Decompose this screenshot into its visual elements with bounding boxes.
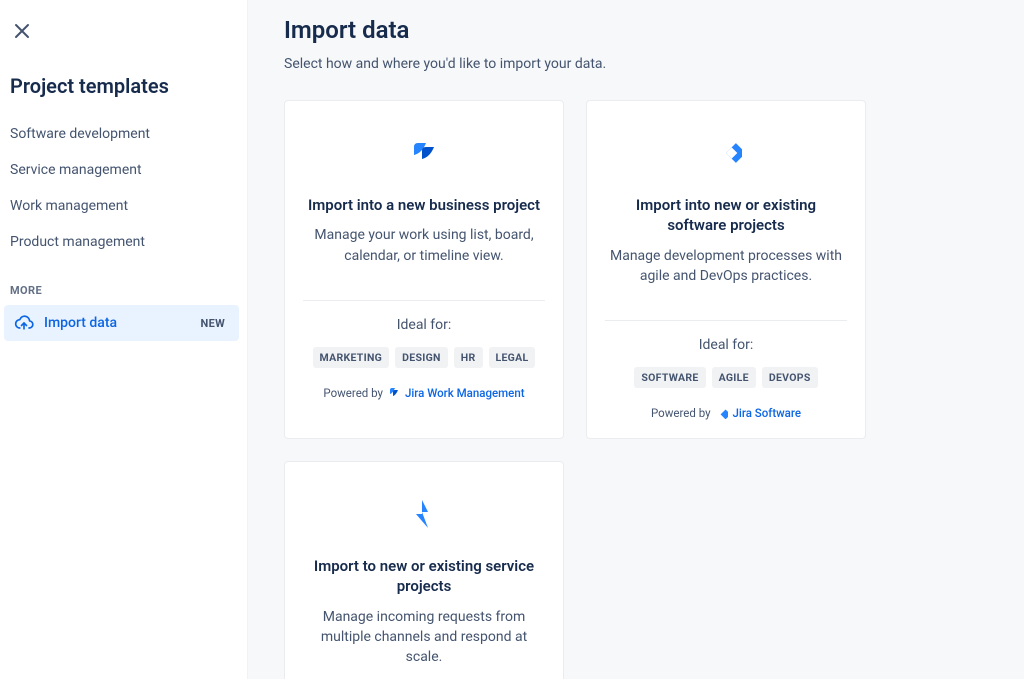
sidebar-item-label: Service management xyxy=(10,162,142,178)
powered-by-prefix: Powered by xyxy=(651,406,711,420)
powered-by: Powered by Jira Software xyxy=(605,406,847,420)
tag: LEGAL xyxy=(489,347,536,368)
jira-software-icon xyxy=(710,137,742,169)
sidebar-item-label: Software development xyxy=(10,126,150,142)
main-content: Import data Select how and where you'd l… xyxy=(248,0,1024,679)
sidebar-item-label: Import data xyxy=(44,315,201,331)
sidebar-item-service-management[interactable]: Service management xyxy=(0,152,247,188)
card-description: Manage incoming requests from multiple c… xyxy=(303,607,545,668)
sidebar-item-label: Product management xyxy=(10,234,145,250)
sidebar-item-product-management[interactable]: Product management xyxy=(0,224,247,260)
ideal-for-label: Ideal for: xyxy=(605,337,847,353)
tag: HR xyxy=(454,347,483,368)
powered-by-prefix: Powered by xyxy=(323,386,383,400)
jira-service-management-icon xyxy=(408,498,440,530)
card-description: Manage your work using list, board, cale… xyxy=(303,225,545,266)
tag-list: MARKETING DESIGN HR LEGAL xyxy=(303,347,545,368)
card-grid: Import into a new business project Manag… xyxy=(284,100,988,679)
page-subtitle: Select how and where you'd like to impor… xyxy=(284,56,988,72)
sidebar-item-label: Work management xyxy=(10,198,128,214)
tag: SOFTWARE xyxy=(634,367,705,388)
card-description: Manage development processes with agile … xyxy=(605,246,847,287)
jira-work-management-icon xyxy=(388,387,400,399)
tag: MARKETING xyxy=(313,347,390,368)
jira-software-icon xyxy=(716,407,728,419)
card-business-project[interactable]: Import into a new business project Manag… xyxy=(284,100,564,439)
sidebar-item-software-development[interactable]: Software development xyxy=(0,116,247,152)
close-button[interactable] xyxy=(10,20,34,44)
card-software-projects[interactable]: Import into new or existing software pro… xyxy=(586,100,866,439)
tag: DEVOPS xyxy=(762,367,818,388)
sidebar-nav: Software development Service management … xyxy=(0,116,247,260)
sidebar-section-more: MORE xyxy=(10,284,247,297)
sidebar-item-import-data[interactable]: Import data NEW xyxy=(4,305,239,341)
product-name: Jira Work Management xyxy=(405,386,525,400)
product-name: Jira Software xyxy=(733,406,801,420)
new-badge: NEW xyxy=(201,317,225,330)
sidebar-title: Project templates xyxy=(10,74,247,98)
card-service-projects[interactable]: Import to new or existing service projec… xyxy=(284,461,564,679)
jira-work-management-icon xyxy=(408,137,440,169)
sidebar: Project templates Software development S… xyxy=(0,0,248,679)
tag-list: SOFTWARE AGILE DEVOPS xyxy=(605,367,847,388)
ideal-for-label: Ideal for: xyxy=(303,317,545,333)
cloud-upload-icon xyxy=(14,313,34,333)
powered-by: Powered by Jira Work Management xyxy=(303,386,545,400)
divider xyxy=(605,320,847,321)
divider xyxy=(303,300,545,301)
tag: DESIGN xyxy=(395,347,448,368)
card-title: Import to new or existing service projec… xyxy=(303,556,545,597)
card-title: Import into a new business project xyxy=(303,195,545,215)
card-title: Import into new or existing software pro… xyxy=(605,195,847,236)
tag: AGILE xyxy=(712,367,756,388)
sidebar-item-work-management[interactable]: Work management xyxy=(0,188,247,224)
close-icon xyxy=(14,23,30,42)
page-title: Import data xyxy=(284,16,988,44)
